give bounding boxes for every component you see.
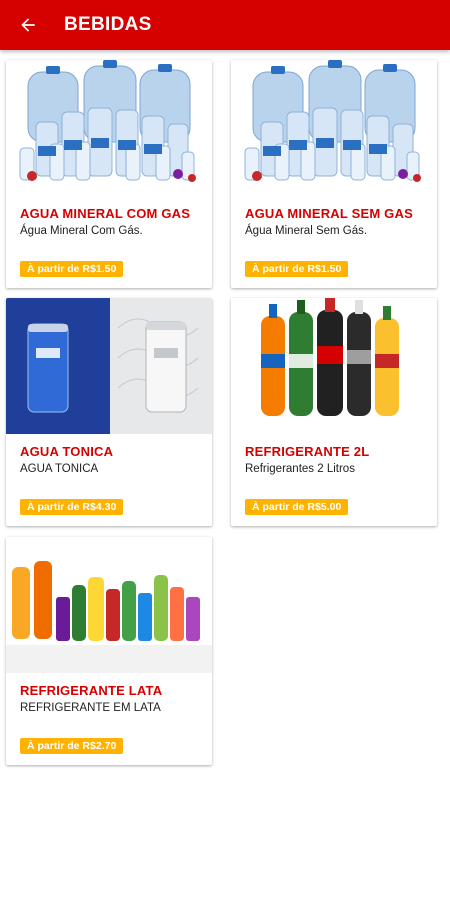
product-description: Água Mineral Sem Gás. [245, 225, 368, 237]
product-card[interactable]: AGUA MINERAL COM GAS Água Mineral Com Gá… [6, 60, 212, 288]
product-card[interactable]: AGUA MINERAL SEM GAS Água Mineral Sem Gá… [231, 60, 437, 288]
product-card[interactable]: REFRIGERANTE 2L Refrigerantes 2 Litros À… [231, 298, 437, 526]
product-image [231, 298, 437, 434]
product-title: REFRIGERANTE 2L [245, 444, 370, 459]
arrow-left-icon [21, 18, 35, 32]
product-image [6, 60, 212, 196]
product-image [6, 537, 212, 673]
product-card[interactable]: AGUA TONICA AGUA TONICA À partir de R$4.… [6, 298, 212, 526]
product-title: AGUA MINERAL SEM GAS [245, 206, 413, 221]
product-description: Água Mineral Com Gás. [20, 225, 143, 237]
price-badge: À partir de R$2.70 [20, 738, 124, 754]
page-title: BEBIDAS [64, 14, 152, 35]
price-badge: À partir de R$1.50 [245, 261, 349, 277]
app-bar: BEBIDAS [0, 0, 450, 50]
back-button[interactable] [0, 0, 56, 50]
product-description: Refrigerantes 2 Litros [245, 463, 355, 475]
product-description: REFRIGERANTE EM LATA [20, 702, 161, 714]
price-badge: À partir de R$5.00 [245, 499, 349, 515]
product-card[interactable]: REFRIGERANTE LATA REFRIGERANTE EM LATA À… [6, 537, 212, 765]
product-image [231, 60, 437, 196]
price-badge: À partir de R$1.50 [20, 261, 124, 277]
product-title: AGUA TONICA [20, 444, 114, 459]
product-title: REFRIGERANTE LATA [20, 683, 163, 698]
product-image [6, 298, 212, 434]
price-badge: À partir de R$4.30 [20, 499, 124, 515]
product-description: AGUA TONICA [20, 463, 99, 475]
product-title: AGUA MINERAL COM GAS [20, 206, 191, 221]
